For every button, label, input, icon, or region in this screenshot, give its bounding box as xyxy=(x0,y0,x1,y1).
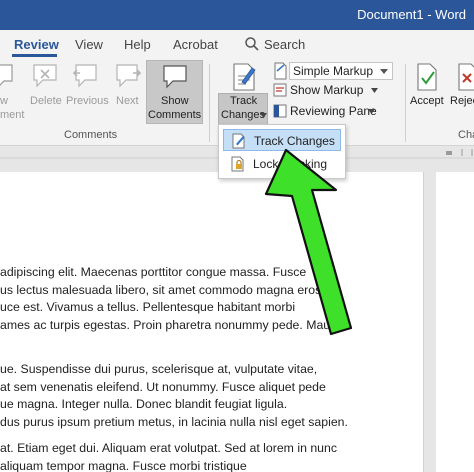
text-line: ames ac turpis egestas. Proin pharetra n… xyxy=(0,317,344,332)
text-line: dus purus ipsum pretium metus, in lacini… xyxy=(0,414,348,429)
markup-select[interactable]: Simple Markup xyxy=(289,62,393,80)
group-separator xyxy=(209,64,210,142)
menu-item-label: Track Changes xyxy=(254,134,335,148)
text-line: ue magna. Integer nulla. Donec blandit f… xyxy=(0,397,288,411)
previous-comment-icon xyxy=(72,64,97,88)
next-page xyxy=(436,172,474,472)
word-window: Document1 - Word Review View Help Acroba… xyxy=(0,0,474,472)
show-markup-button[interactable]: Show Markup xyxy=(290,83,363,97)
track-changes-icon xyxy=(233,63,256,91)
next-comment-icon xyxy=(116,64,142,88)
show-comments-label-1: Show xyxy=(161,95,189,107)
text-line: at. Etiam eget dui. Aliquam erat volutpa… xyxy=(0,441,337,455)
previous-button[interactable]: Previous xyxy=(66,94,109,108)
text-line: aliquam tempor magna. Fusce morbi tristi… xyxy=(0,458,247,472)
chevron-down-icon xyxy=(260,113,267,118)
text-line: ue. Suspendisse dui purus, scelerisque a… xyxy=(0,362,318,376)
document-title: Document1 - Word xyxy=(357,7,466,22)
track-changes-label-1: Track xyxy=(230,95,258,107)
track-changes-menu: Track Changes Lock Tracking xyxy=(218,124,346,179)
chevron-down-icon xyxy=(371,88,378,93)
tab-review[interactable]: Review xyxy=(14,37,59,52)
paragraph-3: at. Etiam eget dui. Aliquam erat volutpa… xyxy=(0,440,337,472)
active-tab-indicator xyxy=(12,54,57,57)
tab-view[interactable]: View xyxy=(75,37,103,52)
show-comments-icon xyxy=(163,65,187,89)
accept-icon xyxy=(417,63,437,91)
ribbon-tabs: Review View Help Acrobat Search xyxy=(0,30,474,60)
text-line: at sem venenatis eleifend. Ut nonummy. F… xyxy=(0,379,326,394)
tab-help[interactable]: Help xyxy=(124,37,151,52)
group-separator xyxy=(405,64,406,142)
comments-group-label: Comments xyxy=(64,129,118,141)
track-changes-label-2: Changes xyxy=(221,109,266,121)
menu-item-lock-tracking[interactable]: Lock Tracking xyxy=(223,153,341,175)
reject-button[interactable]: Rejec xyxy=(450,94,474,108)
reviewing-pane-button[interactable]: Reviewing Pane xyxy=(290,104,377,118)
search-icon xyxy=(245,37,259,51)
select-dropdown-arrow xyxy=(380,69,388,74)
lock-icon xyxy=(231,156,244,172)
accept-button[interactable]: Accept xyxy=(410,94,444,108)
changes-group-label: Cha xyxy=(458,129,474,141)
display-for-review-icon xyxy=(274,62,287,80)
search-box[interactable]: Search xyxy=(264,37,305,52)
delete-comment-icon xyxy=(33,64,57,88)
track-changes-icon xyxy=(232,133,245,149)
delete-button[interactable]: Delete xyxy=(30,94,62,108)
next-button[interactable]: Next xyxy=(116,94,139,108)
new-comment-label-1[interactable]: w xyxy=(0,94,8,108)
tab-acrobat[interactable]: Acrobat xyxy=(173,37,218,52)
reviewing-pane-icon xyxy=(273,104,287,118)
paragraph-2: ue. Suspendisse dui purus, scelerisque a… xyxy=(0,361,348,431)
text-line: us lectus malesuada libero, sit amet com… xyxy=(0,282,322,297)
chevron-down-icon xyxy=(368,109,375,114)
reject-icon xyxy=(458,63,474,91)
new-comment-label-2[interactable]: ment xyxy=(0,108,24,122)
new-comment-icon xyxy=(0,64,13,86)
show-comments-label-2: Comments xyxy=(148,109,202,121)
menu-item-track-changes[interactable]: Track Changes xyxy=(223,129,341,151)
text-line: adipiscing elit. Maecenas porttitor cong… xyxy=(0,265,307,279)
text-line: uce est. Vivamus a tellus. Pellentesque … xyxy=(0,300,296,314)
paragraph-1: adipiscing elit. Maecenas porttitor cong… xyxy=(0,264,343,334)
title-bar: Document1 - Word xyxy=(0,0,474,30)
show-markup-icon xyxy=(273,83,287,97)
markup-select-value: Simple Markup xyxy=(293,64,374,78)
menu-item-label: Lock Tracking xyxy=(253,157,328,171)
